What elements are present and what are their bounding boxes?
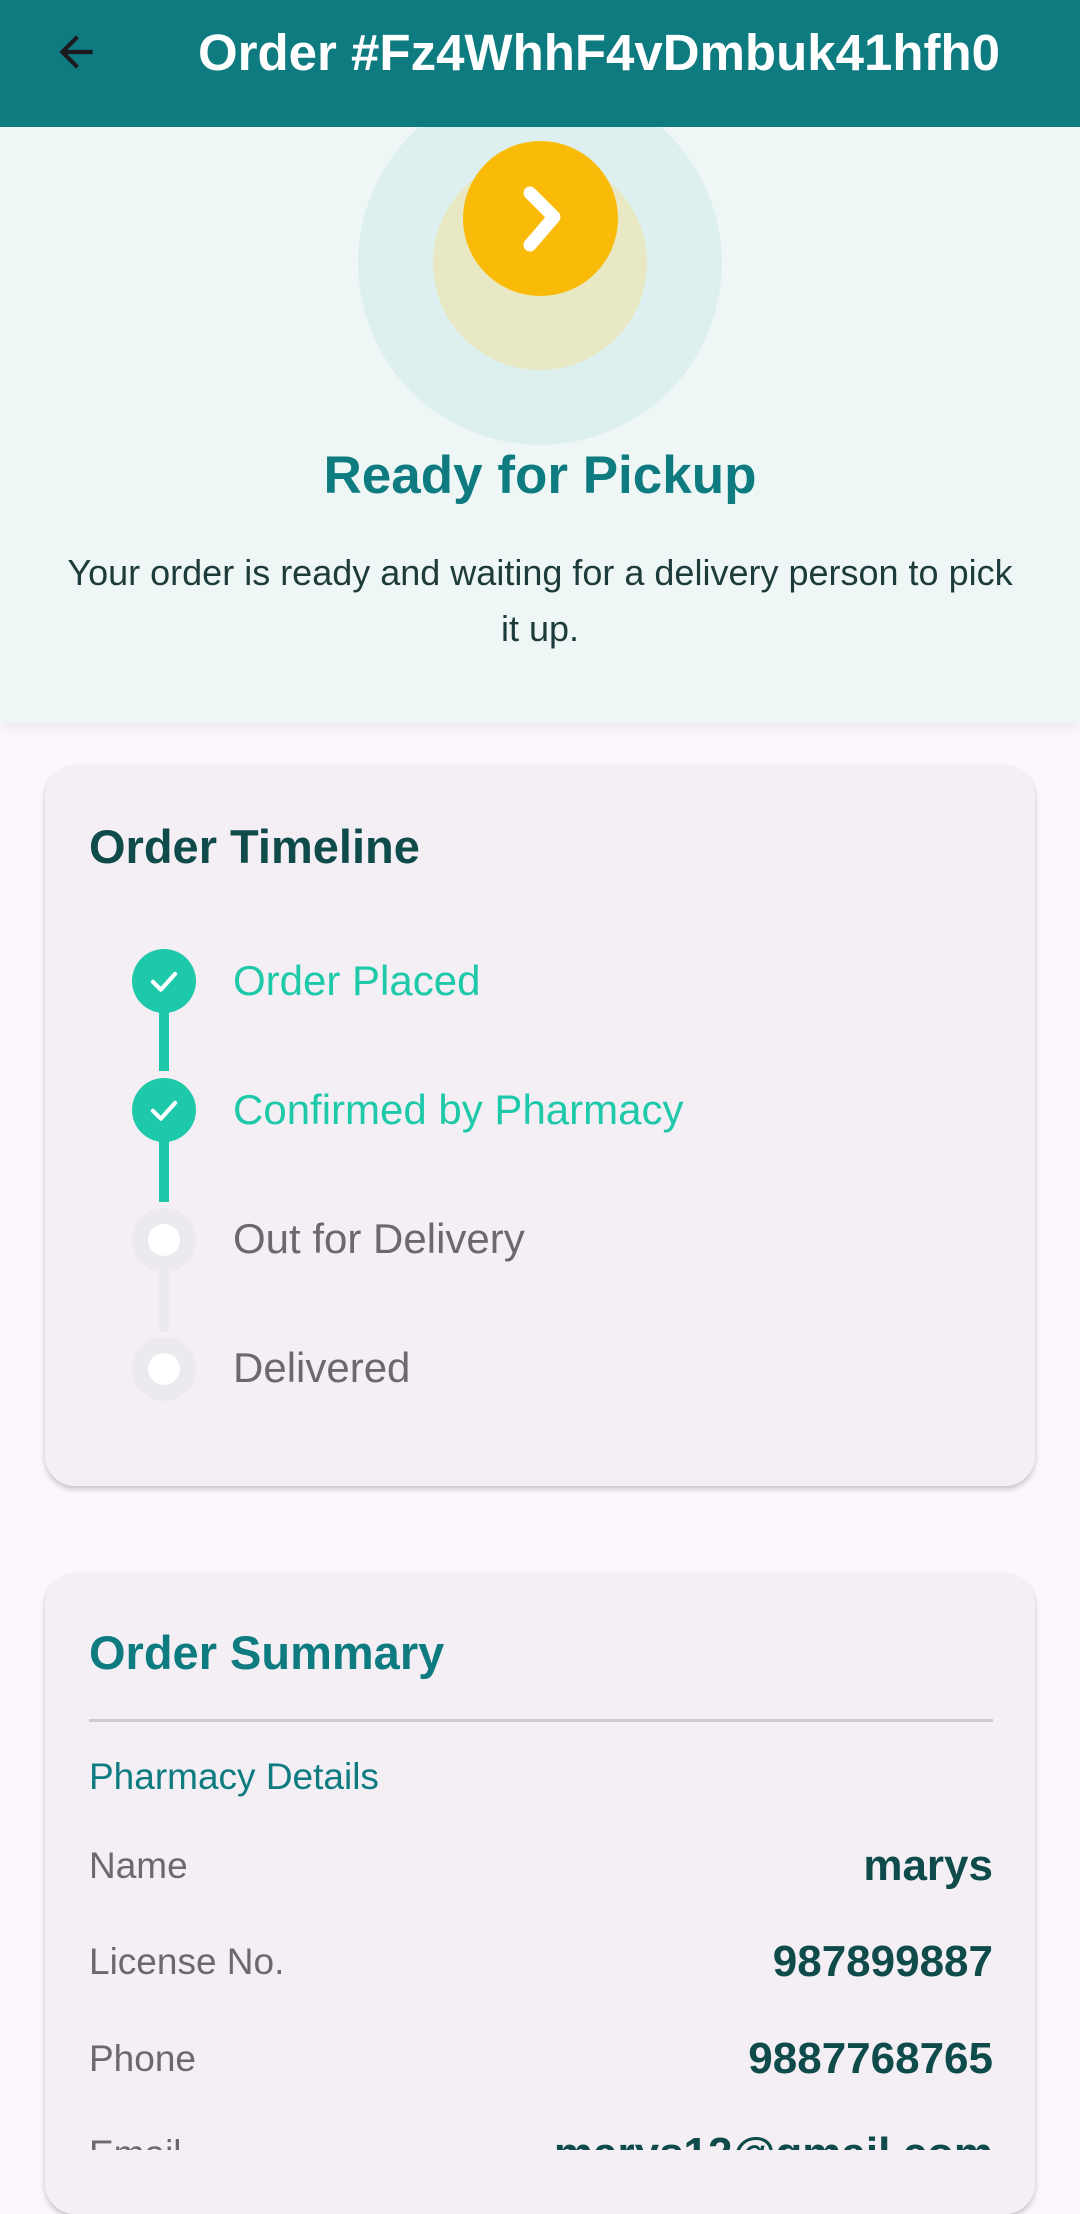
detail-label: Email [89,2124,182,2150]
detail-row-name: Name marys [89,1836,993,1896]
check-icon [150,1100,178,1121]
detail-label: Phone [89,2038,196,2079]
detail-label: Name [89,1845,188,1886]
status-title: Ready for Pickup [323,446,757,505]
pharmacy-details-heading: Pharmacy Details [89,1756,379,1797]
page-title: Order #Fz4WhhF4vDmbuk41hfh0 [198,24,1000,81]
order-summary-card: Order Summary Pharmacy Details Name mary… [45,1574,1035,2214]
timeline-step-marker [132,1078,196,1142]
detail-value: 9887768765 [748,2034,993,2083]
timeline-step-label: Out for Delivery [233,1215,525,1262]
arrow-left-icon [59,35,93,69]
timeline-step-marker [132,1337,196,1401]
order-timeline-card: Order Timeline Order Placed Confirmed by… [45,766,1035,1486]
chevron-right-icon [523,186,560,251]
timeline-step-marker [132,949,196,1013]
order-status-banner: Ready for Pickup Your order is ready and… [0,127,1080,723]
detail-value: marys [863,1841,993,1890]
detail-label: License No. [89,1941,285,1982]
timeline-step-marker [132,1208,196,1272]
back-button[interactable] [40,16,112,88]
timeline-heading: Order Timeline [89,820,420,873]
timeline-step-label: Confirmed by Pharmacy [233,1086,684,1133]
detail-value: 987899887 [772,1937,993,1986]
check-icon [150,971,178,992]
detail-row-phone: Phone 9887768765 [89,2029,993,2089]
timeline-step-label: Order Placed [233,957,481,1004]
dot-icon [148,1353,180,1385]
detail-value: marys12@gmail.com [554,2124,993,2150]
status-description: Your order is ready and waiting for a de… [67,552,1013,649]
dot-icon [148,1224,180,1256]
detail-row-license: License No. 987899887 [89,1932,993,1992]
timeline-step-label: Delivered [233,1344,411,1391]
summary-heading: Order Summary [89,1626,445,1679]
detail-row-email: Email marys12@gmail.com [89,2124,993,2150]
status-icon-circle [463,141,618,296]
app-bar: Order #Fz4WhhF4vDmbuk41hfh0 [0,0,1080,127]
divider [89,1719,993,1722]
